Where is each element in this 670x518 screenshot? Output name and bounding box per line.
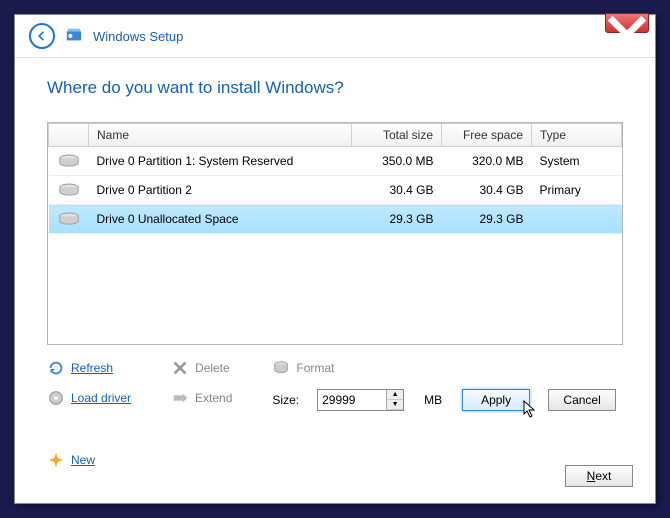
row-name: Drive 0 Unallocated Space xyxy=(89,205,352,234)
col-type[interactable]: Type xyxy=(532,124,622,147)
load-driver-label: Load driver xyxy=(71,391,131,405)
format-label: Format xyxy=(296,361,334,375)
row-free: 320.0 MB xyxy=(442,147,532,176)
row-name: Drive 0 Partition 2 xyxy=(89,176,352,205)
extend-action: Extend xyxy=(171,389,232,407)
row-free: 30.4 GB xyxy=(442,176,532,205)
load-driver-action[interactable]: Load driver xyxy=(47,389,131,407)
size-label: Size: xyxy=(272,393,299,407)
row-type: Primary xyxy=(532,176,622,205)
table-row[interactable]: Drive 0 Partition 1: System Reserved350.… xyxy=(49,147,622,176)
page-heading: Where do you want to install Windows? xyxy=(47,78,623,98)
row-icon xyxy=(49,176,89,205)
table-empty-area xyxy=(48,234,622,344)
delete-label: Delete xyxy=(195,361,230,375)
row-icon xyxy=(49,147,89,176)
refresh-label: Refresh xyxy=(71,361,113,375)
body: Where do you want to install Windows? Na… xyxy=(15,58,655,479)
size-input[interactable] xyxy=(318,390,386,410)
col-icon xyxy=(49,124,89,147)
col-total[interactable]: Total size xyxy=(352,124,442,147)
refresh-action[interactable]: Refresh xyxy=(47,359,131,377)
apply-button[interactable]: Apply xyxy=(462,389,530,411)
actions: Refresh Load driver Delete Extend xyxy=(47,359,623,469)
delete-action: Delete xyxy=(171,359,232,377)
back-button[interactable] xyxy=(29,23,55,49)
arrow-left-icon xyxy=(35,29,49,43)
disc-icon xyxy=(47,389,65,407)
header: Windows Setup xyxy=(15,15,655,58)
window-title: Windows Setup xyxy=(93,29,183,44)
size-up[interactable]: ▲ xyxy=(387,390,403,400)
refresh-icon xyxy=(47,359,65,377)
close-button[interactable] xyxy=(605,13,649,33)
new-action[interactable]: New xyxy=(47,451,95,469)
row-free: 29.3 GB xyxy=(442,205,532,234)
cancel-button[interactable]: Cancel xyxy=(548,389,616,411)
drive-icon xyxy=(272,359,290,377)
table-row[interactable]: Drive 0 Unallocated Space29.3 GB29.3 GB xyxy=(49,205,622,234)
new-icon xyxy=(47,451,65,469)
close-icon xyxy=(606,14,648,56)
row-name: Drive 0 Partition 1: System Reserved xyxy=(89,147,352,176)
delete-icon xyxy=(171,359,189,377)
extend-icon xyxy=(171,389,189,407)
col-name[interactable]: Name xyxy=(89,124,352,147)
partition-table[interactable]: Name Total size Free space Type Drive 0 … xyxy=(47,122,623,345)
footer: Next xyxy=(565,465,633,487)
row-total: 29.3 GB xyxy=(352,205,442,234)
size-spinner[interactable]: ▲ ▼ xyxy=(317,389,404,411)
format-action: Format xyxy=(272,359,616,377)
row-type xyxy=(532,205,622,234)
setup-icon xyxy=(65,26,83,47)
window: Windows Setup Where do you want to insta… xyxy=(14,14,656,504)
new-label: New xyxy=(71,453,95,467)
next-button[interactable]: Next xyxy=(565,465,633,487)
row-icon xyxy=(49,205,89,234)
size-down[interactable]: ▼ xyxy=(387,400,403,410)
row-type: System xyxy=(532,147,622,176)
row-total: 30.4 GB xyxy=(352,176,442,205)
size-unit: MB xyxy=(424,393,442,407)
row-total: 350.0 MB xyxy=(352,147,442,176)
col-free[interactable]: Free space xyxy=(442,124,532,147)
extend-label: Extend xyxy=(195,391,232,405)
next-rest: ext xyxy=(595,469,611,483)
table-row[interactable]: Drive 0 Partition 230.4 GB30.4 GBPrimary xyxy=(49,176,622,205)
